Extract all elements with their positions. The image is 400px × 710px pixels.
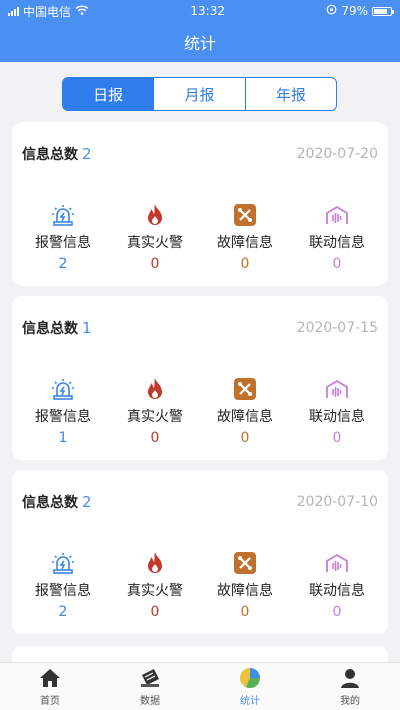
- stat-item[interactable]: 真实火警 0: [108, 376, 202, 446]
- stat-item[interactable]: 联动信息 0: [290, 202, 384, 272]
- card-total-count: 2: [82, 493, 92, 511]
- stat-value: 0: [332, 430, 342, 446]
- stat-value: 0: [332, 256, 342, 272]
- home-icon: [38, 666, 62, 690]
- linkage-icon: [324, 202, 350, 228]
- segment-daily[interactable]: 日报: [63, 78, 154, 110]
- tab-profile[interactable]: 我的: [300, 663, 400, 710]
- carrier-label: 中国电信: [23, 4, 72, 19]
- stat-label: 联动信息: [309, 235, 365, 251]
- alarm-light-icon: [50, 202, 76, 228]
- fault-tools-icon: [232, 550, 258, 576]
- fire-icon: [142, 202, 168, 228]
- nav-bar: 统计: [0, 22, 400, 62]
- stat-item[interactable]: 真实火警 0: [108, 202, 202, 272]
- card-date: 2020-07-15: [296, 320, 378, 336]
- stat-value: 0: [332, 604, 342, 620]
- card-total-count: 1: [82, 319, 92, 337]
- stat-item[interactable]: 故障信息 0: [198, 202, 292, 272]
- card-title-group: 信息总数 2: [22, 492, 92, 512]
- card-title-group: 信息总数 2: [22, 144, 92, 164]
- stat-item[interactable]: 联动信息 0: [290, 550, 384, 620]
- summary-card[interactable]: 信息总数 2 2020-07-20 报警信息 2 真实火警 0 故障信息 0 联动信息 0: [12, 122, 388, 286]
- stat-value: 2: [58, 604, 68, 620]
- status-time: 13:32: [190, 4, 225, 18]
- summary-card[interactable]: 信息总数 2 2020-07-10 报警信息 2 真实火警 0 故障信息 0 联动信息 0: [12, 470, 388, 634]
- stat-value: 1: [58, 430, 68, 446]
- card-title: 信息总数: [22, 321, 78, 337]
- card-date: 2020-07-20: [296, 146, 378, 162]
- tab-statistics-label: 统计: [240, 696, 260, 707]
- stat-label: 报警信息: [35, 235, 91, 251]
- stat-label: 真实火警: [127, 409, 183, 425]
- card-total-count: 2: [82, 145, 92, 163]
- statistics-icon: [238, 666, 262, 690]
- rotation-lock-icon: [326, 4, 337, 18]
- segment-monthly[interactable]: 月报: [153, 78, 244, 110]
- stat-item[interactable]: 真实火警 0: [108, 550, 202, 620]
- card-header: 信息总数 2 2020-07-20: [22, 144, 378, 164]
- stat-value: 0: [240, 604, 250, 620]
- card-title: 信息总数: [22, 495, 78, 511]
- stat-value: 2: [58, 256, 68, 272]
- card-title: 信息总数: [22, 147, 78, 163]
- card-title-group: 信息总数 1: [22, 318, 92, 338]
- stat-item[interactable]: 报警信息 2: [16, 202, 110, 272]
- stat-value: 0: [240, 430, 250, 446]
- stat-item[interactable]: 故障信息 0: [198, 550, 292, 620]
- stat-item[interactable]: 故障信息 0: [198, 376, 292, 446]
- card-header: 信息总数 2 2020-07-10: [22, 492, 378, 512]
- wifi-icon: [75, 4, 89, 18]
- tab-home[interactable]: 首页: [0, 663, 100, 710]
- stat-value: 0: [150, 604, 160, 620]
- stat-label: 报警信息: [35, 583, 91, 599]
- stat-label: 真实火警: [127, 235, 183, 251]
- stat-value: 0: [150, 256, 160, 272]
- tab-home-label: 首页: [40, 696, 60, 707]
- stat-label: 故障信息: [217, 409, 273, 425]
- profile-icon: [338, 666, 362, 690]
- tab-data-label: 数据: [140, 696, 160, 707]
- stat-value: 0: [240, 256, 250, 272]
- fault-tools-icon: [232, 376, 258, 402]
- stat-label: 故障信息: [217, 235, 273, 251]
- tab-data[interactable]: 数据: [100, 663, 200, 710]
- data-icon: [138, 666, 162, 690]
- tab-bar: 首页 数据 统计 我的: [0, 662, 400, 710]
- linkage-icon: [324, 376, 350, 402]
- tab-statistics[interactable]: 统计: [200, 663, 300, 710]
- stat-item[interactable]: 联动信息 0: [290, 376, 384, 446]
- stat-label: 故障信息: [217, 583, 273, 599]
- fire-icon: [142, 376, 168, 402]
- fire-icon: [142, 550, 168, 576]
- card-date: 2020-07-10: [296, 494, 378, 510]
- fault-tools-icon: [232, 202, 258, 228]
- page-title: 统计: [183, 34, 216, 53]
- tab-profile-label: 我的: [340, 696, 360, 707]
- stat-label: 真实火警: [127, 583, 183, 599]
- stat-label: 报警信息: [35, 409, 91, 425]
- battery-percent: 79%: [341, 4, 368, 18]
- status-bar: 中国电信 13:32 79%: [0, 0, 400, 22]
- segment-yearly[interactable]: 年报: [244, 78, 336, 110]
- signal-icon: [8, 6, 19, 16]
- linkage-icon: [324, 550, 350, 576]
- stat-item[interactable]: 报警信息 2: [16, 550, 110, 620]
- summary-card[interactable]: 信息总数 1 2020-07-15 报警信息 1 真实火警 0 故障信息 0 联动信息 0: [12, 296, 388, 460]
- battery-icon: [372, 6, 394, 16]
- stat-label: 联动信息: [309, 583, 365, 599]
- stat-value: 0: [150, 430, 160, 446]
- stat-label: 联动信息: [309, 409, 365, 425]
- period-segmented-control: 日报 月报 年报: [62, 77, 337, 111]
- alarm-light-icon: [50, 376, 76, 402]
- stat-item[interactable]: 报警信息 1: [16, 376, 110, 446]
- card-header: 信息总数 1 2020-07-15: [22, 318, 378, 338]
- alarm-light-icon: [50, 550, 76, 576]
